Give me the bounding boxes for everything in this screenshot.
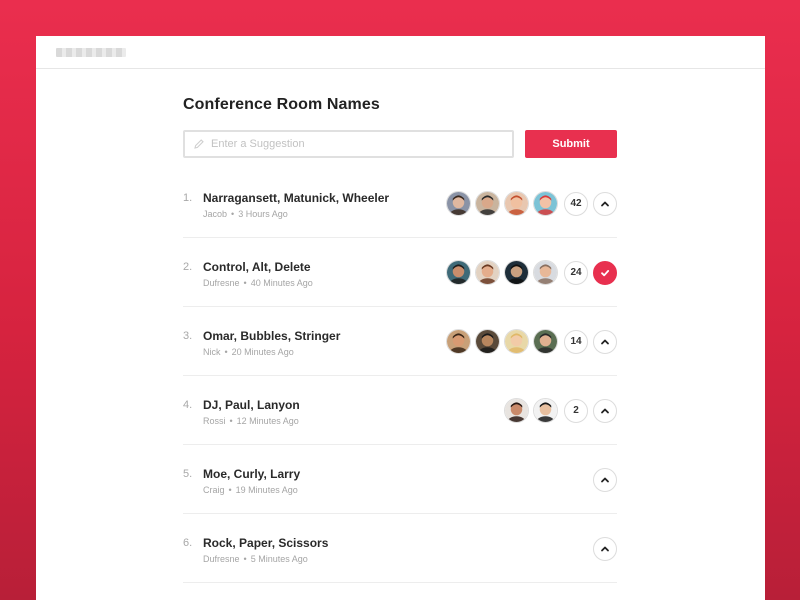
vote-area: 14 — [442, 329, 617, 354]
suggestion-time: 19 Minutes Ago — [235, 485, 298, 495]
voter-avatar[interactable] — [504, 191, 529, 216]
vote-area — [587, 467, 617, 492]
suggestion-item-1: 1. Narragansett, Matunick, Wheeler Jacob… — [183, 169, 617, 238]
suggestion-item-6: 6. Rock, Paper, Scissors Dufresne • 5 Minu… — [183, 514, 617, 583]
voter-avatar[interactable] — [533, 398, 558, 423]
checkmark-icon — [601, 269, 610, 276]
suggestion-name: DJ, Paul, Lanyon — [203, 398, 300, 412]
suggestion-item-2: 2. Control, Alt, Delete Dufresne • 40 Minu… — [183, 238, 617, 307]
suggestion-meta: Nick • 20 Minutes Ago — [203, 347, 294, 357]
suggestion-time: 3 Hours Ago — [238, 209, 288, 219]
suggestion-number: 6. — [183, 537, 193, 549]
vote-count: 14 — [564, 329, 588, 354]
suggestion-time: 20 Minutes Ago — [231, 347, 294, 357]
voter-avatar[interactable] — [504, 398, 529, 423]
vote-area: 42 — [442, 191, 617, 216]
suggestion-name: Moe, Curly, Larry — [203, 467, 301, 481]
main-content: Conference Room Names Submit 1. Narragan… — [183, 69, 617, 583]
suggestion-list: 1. Narragansett, Matunick, Wheeler Jacob… — [183, 169, 617, 583]
suggestion-author[interactable]: Nick — [203, 347, 221, 357]
suggestion-author[interactable]: Rossi — [203, 416, 226, 426]
suggestion-item-4: 4. DJ, Paul, Lanyon Rossi • 12 Minutes Ago… — [183, 376, 617, 445]
suggestion-name: Narragansett, Matunick, Wheeler — [203, 191, 390, 205]
vote-area: 2 — [500, 398, 617, 423]
suggestion-number: 2. — [183, 261, 193, 273]
suggestion-author[interactable]: Craig — [203, 485, 225, 495]
voter-avatar[interactable] — [475, 191, 500, 216]
suggestion-time: 12 Minutes Ago — [236, 416, 299, 426]
meta-separator: • — [228, 485, 232, 495]
vote-area: 24 — [442, 260, 617, 285]
suggestion-number: 5. — [183, 468, 193, 480]
voter-avatars — [500, 398, 558, 423]
suggestion-name: Control, Alt, Delete — [203, 260, 311, 274]
suggestion-item-3: 3. Omar, Bubbles, Stringer Nick • 20 Minut… — [183, 307, 617, 376]
suggestion-time: 5 Minutes Ago — [250, 554, 308, 564]
chevron-up-icon — [601, 408, 609, 413]
top-bar — [36, 36, 765, 69]
vote-count: 2 — [564, 398, 588, 423]
suggestion-meta: Craig • 19 Minutes Ago — [203, 485, 298, 495]
app-window: Conference Room Names Submit 1. Narragan… — [36, 36, 765, 600]
meta-separator: • — [224, 347, 228, 357]
voter-avatars — [442, 191, 558, 216]
voter-avatar[interactable] — [475, 329, 500, 354]
upvote-button[interactable] — [593, 467, 617, 492]
voter-avatar[interactable] — [446, 260, 471, 285]
voter-avatar[interactable] — [504, 329, 529, 354]
suggestion-number: 3. — [183, 330, 193, 342]
voter-avatar[interactable] — [533, 329, 558, 354]
suggestion-author[interactable]: Dufresne — [203, 278, 240, 288]
suggestion-author[interactable]: Jacob — [203, 209, 227, 219]
vote-count: 42 — [564, 191, 588, 216]
voter-avatar[interactable] — [533, 260, 558, 285]
upvote-button[interactable] — [593, 329, 617, 354]
voter-avatars — [442, 329, 558, 354]
pencil-icon — [194, 139, 204, 149]
suggestion-number: 1. — [183, 192, 193, 204]
upvote-button[interactable] — [593, 191, 617, 216]
voter-avatar[interactable] — [504, 260, 529, 285]
suggestion-name: Omar, Bubbles, Stringer — [203, 329, 341, 343]
suggestion-input-wrapper[interactable] — [183, 130, 514, 158]
upvote-button[interactable] — [593, 398, 617, 423]
suggestion-item-5: 5. Moe, Curly, Larry Craig • 19 Minutes Ag… — [183, 445, 617, 514]
suggestion-meta: Rossi • 12 Minutes Ago — [203, 416, 299, 426]
voter-avatar[interactable] — [446, 191, 471, 216]
logo[interactable] — [56, 48, 126, 57]
voted-button[interactable] — [593, 260, 617, 285]
suggestion-name: Rock, Paper, Scissors — [203, 536, 329, 550]
submit-button[interactable]: Submit — [525, 130, 617, 158]
page-title: Conference Room Names — [183, 96, 380, 113]
chevron-up-icon — [601, 477, 609, 482]
vote-count: 24 — [564, 260, 588, 285]
chevron-up-icon — [601, 339, 609, 344]
meta-separator: • — [229, 416, 233, 426]
suggestion-meta: Dufresne • 40 Minutes Ago — [203, 278, 313, 288]
voter-avatar[interactable] — [446, 329, 471, 354]
suggestion-input[interactable] — [211, 138, 491, 150]
chevron-up-icon — [601, 546, 609, 551]
voter-avatar[interactable] — [475, 260, 500, 285]
voter-avatars — [442, 260, 558, 285]
suggestion-form: Submit — [183, 130, 617, 158]
vote-area — [587, 536, 617, 561]
upvote-button[interactable] — [593, 536, 617, 561]
suggestion-meta: Jacob • 3 Hours Ago — [203, 209, 288, 219]
meta-separator: • — [243, 278, 247, 288]
meta-separator: • — [231, 209, 235, 219]
meta-separator: • — [243, 554, 247, 564]
suggestion-number: 4. — [183, 399, 193, 411]
chevron-up-icon — [601, 201, 609, 206]
voter-avatar[interactable] — [533, 191, 558, 216]
suggestion-meta: Dufresne • 5 Minutes Ago — [203, 554, 308, 564]
suggestion-author[interactable]: Dufresne — [203, 554, 240, 564]
suggestion-time: 40 Minutes Ago — [250, 278, 313, 288]
